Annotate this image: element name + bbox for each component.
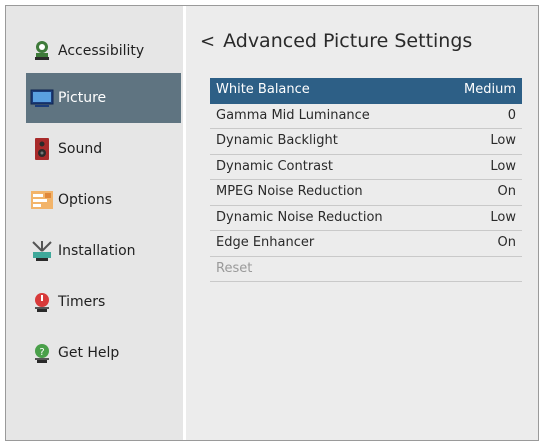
- setting-value: Low: [490, 158, 516, 174]
- setting-label: Dynamic Contrast: [216, 158, 334, 174]
- setting-value: 0: [507, 107, 516, 123]
- setting-row-dynamic-backlight[interactable]: Dynamic Backlight Low: [210, 129, 522, 155]
- sidebar-item-get-help[interactable]: ? Get Help: [26, 328, 181, 378]
- svg-text:?: ?: [39, 347, 44, 358]
- setting-row-dynamic-contrast[interactable]: Dynamic Contrast Low: [210, 155, 522, 180]
- timer-icon: [30, 290, 54, 314]
- antenna-icon: [30, 239, 54, 263]
- setting-label: White Balance: [216, 82, 310, 97]
- sidebar-item-label: Picture: [58, 90, 107, 106]
- setting-row-mpeg-noise-reduction[interactable]: MPEG Noise Reduction On: [210, 180, 522, 206]
- sidebar-item-sound[interactable]: Sound: [26, 124, 181, 174]
- setting-row-reset: Reset: [210, 257, 522, 282]
- accessibility-icon: [30, 39, 54, 63]
- setting-label: MPEG Noise Reduction: [216, 184, 363, 199]
- page-title-text: Advanced Picture Settings: [223, 30, 473, 52]
- setting-value: Low: [490, 133, 516, 148]
- sidebar-item-label: Timers: [58, 294, 106, 310]
- help-icon: ?: [30, 341, 54, 365]
- setting-value: On: [497, 184, 516, 199]
- setting-label: Dynamic Noise Reduction: [216, 209, 383, 225]
- tv-icon: [30, 86, 54, 110]
- setting-value: On: [497, 235, 516, 250]
- setting-value: Low: [490, 209, 516, 225]
- back-chevron-icon[interactable]: <: [200, 31, 215, 52]
- tv-menu-frame: Accessibility Picture Sound Options Inst…: [5, 5, 539, 441]
- setting-label: Edge Enhancer: [216, 235, 315, 250]
- sidebar-item-label: Installation: [58, 243, 136, 259]
- sidebar-item-timers[interactable]: Timers: [26, 277, 181, 327]
- sidebar-item-picture[interactable]: Picture: [26, 73, 181, 123]
- page-title: < Advanced Picture Settings: [200, 30, 472, 52]
- sidebar-item-label: Accessibility: [58, 43, 145, 59]
- setting-row-edge-enhancer[interactable]: Edge Enhancer On: [210, 231, 522, 257]
- settings-panel: < Advanced Picture Settings White Balanc…: [186, 6, 538, 440]
- setting-row-gamma-mid-luminance[interactable]: Gamma Mid Luminance 0: [210, 104, 522, 129]
- sidebar-item-label: Options: [58, 192, 113, 208]
- setting-value: Medium: [464, 82, 516, 97]
- sidebar-item-label: Sound: [58, 141, 103, 157]
- setting-label: Reset: [216, 260, 253, 276]
- sidebar-item-installation[interactable]: Installation: [26, 226, 181, 276]
- speaker-icon: [30, 137, 54, 161]
- settings-list: White Balance Medium Gamma Mid Luminance…: [210, 78, 522, 282]
- options-icon: [30, 188, 54, 212]
- sidebar-item-label: Get Help: [58, 345, 120, 361]
- sidebar: Accessibility Picture Sound Options Inst…: [6, 6, 183, 440]
- setting-label: Gamma Mid Luminance: [216, 107, 370, 123]
- sidebar-item-options[interactable]: Options: [26, 175, 181, 225]
- setting-label: Dynamic Backlight: [216, 133, 338, 148]
- sidebar-item-accessibility[interactable]: Accessibility: [26, 26, 181, 76]
- setting-row-white-balance[interactable]: White Balance Medium: [210, 78, 522, 104]
- setting-row-dynamic-noise-reduction[interactable]: Dynamic Noise Reduction Low: [210, 206, 522, 231]
